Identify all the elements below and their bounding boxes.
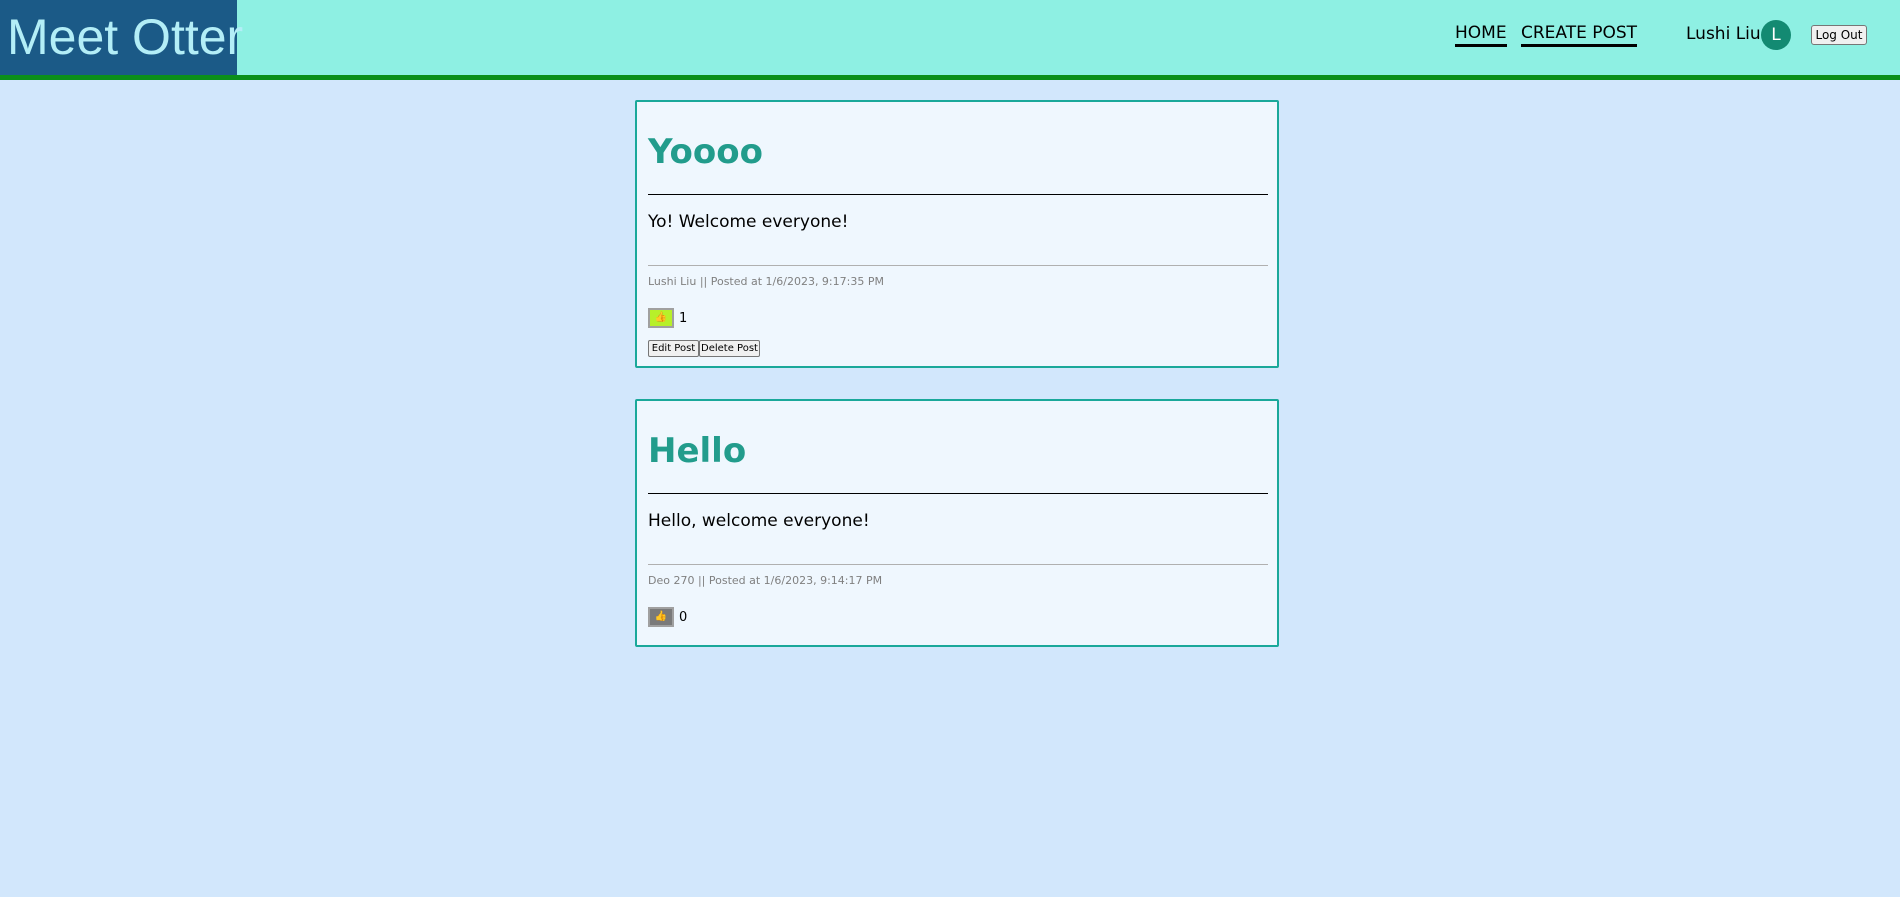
edit-post-button[interactable]: Edit Post <box>648 340 699 357</box>
thumbs-up-icon: 👍 <box>654 312 668 323</box>
logo-text: Meet Otter <box>7 9 244 65</box>
post-body: Hello, welcome everyone! <box>648 511 870 531</box>
nav-home-link[interactable]: HOME <box>1455 23 1507 47</box>
meta-divider <box>648 265 1268 266</box>
thumbs-up-icon: 👍 <box>654 611 668 622</box>
top-header: Meet Otter HOME CREATE POST Lushi Liu L … <box>0 0 1900 80</box>
logout-button[interactable]: Log Out <box>1811 25 1867 45</box>
meta-divider <box>648 564 1268 565</box>
post-card: Hello Hello, welcome everyone! Deo 270 |… <box>635 399 1279 647</box>
delete-post-button[interactable]: Delete Post <box>699 340 760 357</box>
post-title: Hello <box>648 431 747 471</box>
like-button[interactable]: 👍 <box>648 308 674 328</box>
like-button[interactable]: 👍 <box>648 607 674 627</box>
post-meta: Deo 270 || Posted at 1/6/2023, 9:14:17 P… <box>648 574 883 587</box>
post-card: Yoooo Yo! Welcome everyone! Lushi Liu ||… <box>635 100 1279 368</box>
title-divider <box>648 493 1268 494</box>
title-divider <box>648 194 1268 195</box>
user-name: Lushi Liu <box>1686 24 1761 44</box>
nav-create-post-link[interactable]: CREATE POST <box>1521 23 1638 47</box>
avatar[interactable]: L <box>1761 20 1791 50</box>
post-meta: Lushi Liu || Posted at 1/6/2023, 9:17:35… <box>648 275 884 288</box>
like-count: 0 <box>679 610 688 625</box>
post-title: Yoooo <box>648 132 763 172</box>
post-body: Yo! Welcome everyone! <box>648 212 849 232</box>
logo[interactable]: Meet Otter <box>0 0 243 75</box>
like-count: 1 <box>679 311 688 326</box>
